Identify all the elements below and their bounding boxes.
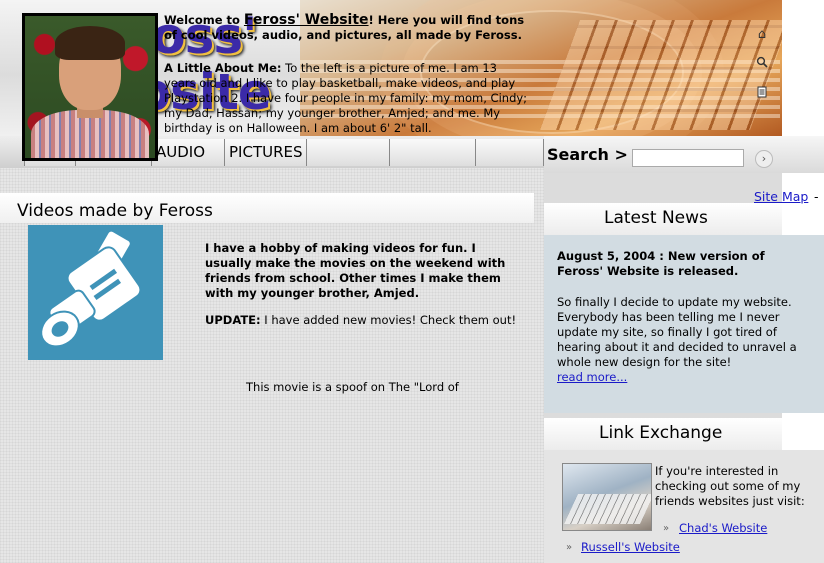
update-label: UPDATE:: [205, 313, 261, 327]
page: Feross' Website ⌂ HOME VIDEOS AUDIO PICT…: [0, 0, 824, 563]
news-headline: August 5, 2004 : New version of Feross' …: [557, 249, 765, 278]
welcome-text: Welcome to Feross' Website! Here you wil…: [164, 13, 528, 43]
nav-empty-1: [306, 139, 389, 166]
nav-pictures[interactable]: PICTURES: [224, 139, 306, 166]
link-chads-website[interactable]: Chad's Website: [679, 521, 767, 535]
update-text: I have added new movies! Check them out!: [260, 313, 517, 327]
double-chevron-icon: »: [663, 523, 670, 534]
video-camera-icon[interactable]: [28, 225, 163, 360]
double-chevron-icon: »: [566, 542, 573, 553]
arrow-right-icon[interactable]: ›: [755, 150, 773, 168]
about-heading: A Little About Me:: [164, 61, 282, 75]
read-more-link[interactable]: read more...: [557, 370, 627, 384]
keyboard-hands-image: [562, 463, 652, 531]
about-me: A Little About Me: To the left is a pict…: [164, 61, 528, 136]
welcome-prefix: Welcome to: [164, 13, 244, 27]
link-exchange-title: Link Exchange: [599, 423, 723, 443]
videos-heading: Videos made by Feross: [17, 201, 213, 221]
profile-photo: [22, 13, 158, 161]
nav-audio[interactable]: AUDIO: [151, 139, 224, 166]
nav-empty-3: [475, 139, 544, 166]
nav-empty-2: [389, 139, 475, 166]
link-russells-website[interactable]: Russell's Website: [581, 540, 680, 554]
site-map-separator: -: [814, 189, 819, 204]
search-label: Search >: [547, 145, 628, 164]
search-input[interactable]: [632, 149, 744, 167]
search-bar: Search > ›: [544, 136, 824, 173]
news-body: So finally I decide to update my website…: [557, 295, 797, 369]
banner-keyboard-image: [539, 20, 782, 130]
news-title: Latest News: [604, 208, 708, 228]
movie-description: This movie is a spoof on The "Lord of: [246, 380, 459, 394]
link-exchange-text: If you're interested in checking out som…: [655, 464, 805, 508]
document-icon[interactable]: [753, 86, 771, 104]
home-icon[interactable]: ⌂: [753, 26, 771, 44]
search-icon[interactable]: [753, 56, 771, 74]
videos-intro: I have a hobby of making videos for fun.…: [205, 241, 506, 300]
site-map-link[interactable]: Site Map: [754, 189, 808, 204]
site-name-link[interactable]: Feross' Website: [244, 12, 369, 28]
videos-update: UPDATE: I have added new movies! Check t…: [205, 313, 525, 328]
